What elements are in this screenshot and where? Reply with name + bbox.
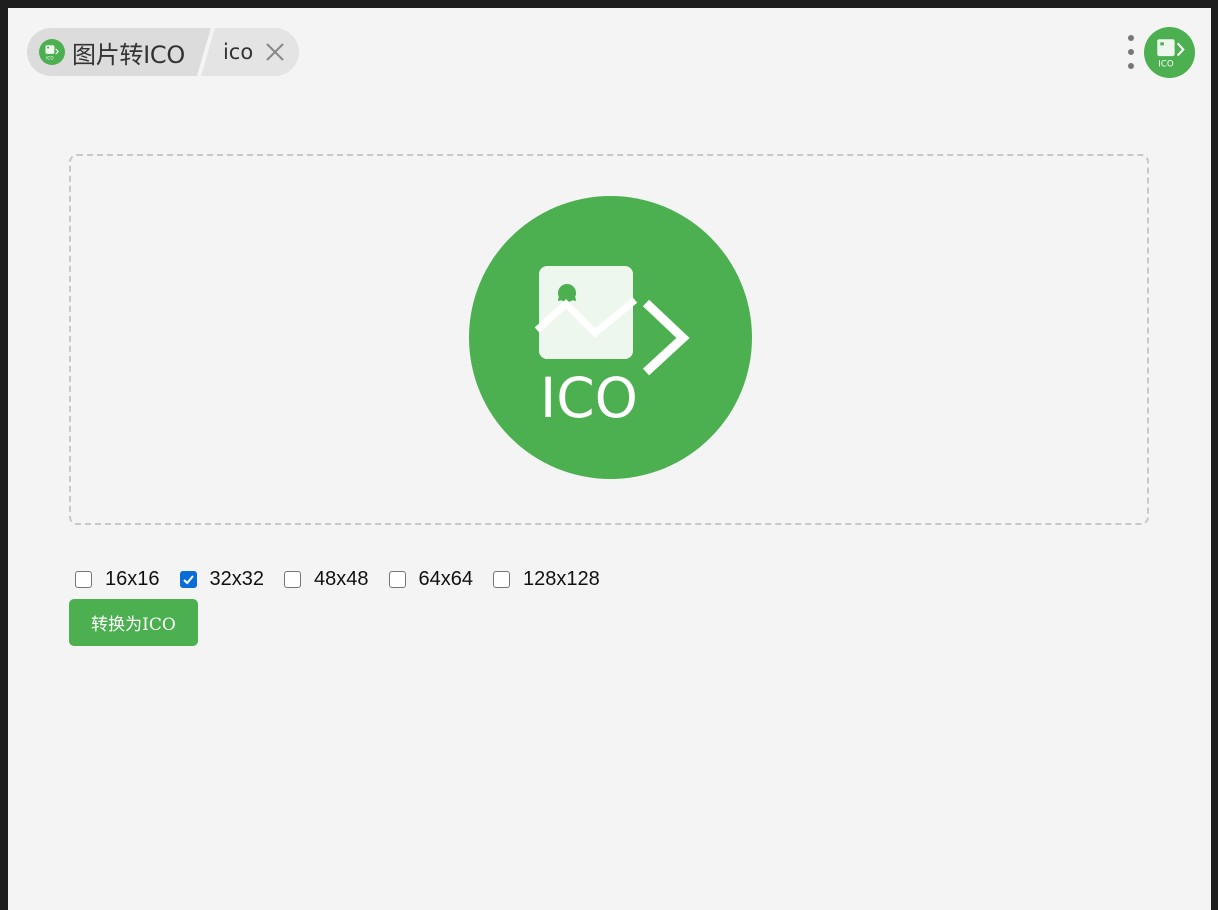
tab-label: ico: [222, 40, 254, 64]
image-drop-zone[interactable]: ICO: [69, 154, 1149, 525]
size-option-48x48[interactable]: 48x48: [284, 568, 369, 591]
size-checkbox[interactable]: [284, 570, 301, 588]
size-label: 32x32: [209, 567, 265, 590]
size-label: 64x64: [418, 567, 474, 590]
svg-text:ICO: ICO: [1158, 59, 1174, 69]
ico-converter-icon: ICO: [469, 196, 752, 479]
app-logo-avatar[interactable]: ICO: [1144, 27, 1195, 78]
size-label: 48x48: [314, 567, 369, 590]
size-options: 16x16 32x32 48x48 64x64 128x128: [75, 565, 620, 593]
size-checkbox[interactable]: [493, 570, 510, 588]
close-icon[interactable]: [265, 42, 285, 62]
size-label: 16x16: [105, 567, 160, 590]
size-label: 128x128: [523, 567, 600, 590]
tab-ico[interactable]: ico: [200, 28, 300, 76]
size-checkbox[interactable]: [75, 570, 92, 588]
tab-bar: ICO 图片转ICO ico: [27, 28, 300, 76]
tab-title: 图片转ICO: [72, 40, 185, 69]
convert-to-ico-button[interactable]: 转换为ICO: [69, 599, 198, 646]
svg-text:ICO: ICO: [46, 55, 54, 60]
size-option-16x16[interactable]: 16x16: [75, 568, 160, 591]
more-vertical-icon[interactable]: [1124, 35, 1138, 69]
tab-image-to-ico[interactable]: ICO 图片转ICO: [27, 28, 211, 76]
size-option-64x64[interactable]: 64x64: [388, 567, 474, 591]
size-option-128x128[interactable]: 128x128: [493, 568, 600, 591]
size-option-32x32[interactable]: 32x32: [179, 567, 265, 591]
size-checkbox[interactable]: [388, 570, 406, 588]
svg-text:ICO: ICO: [540, 366, 638, 430]
app-window: ICO 图片转ICO ico ICO ICO 16x16 32x32 48x48…: [8, 8, 1211, 910]
size-checkbox[interactable]: [179, 570, 197, 588]
checkmark-icon: [182, 574, 194, 584]
ico-converter-icon: ICO: [39, 39, 65, 65]
